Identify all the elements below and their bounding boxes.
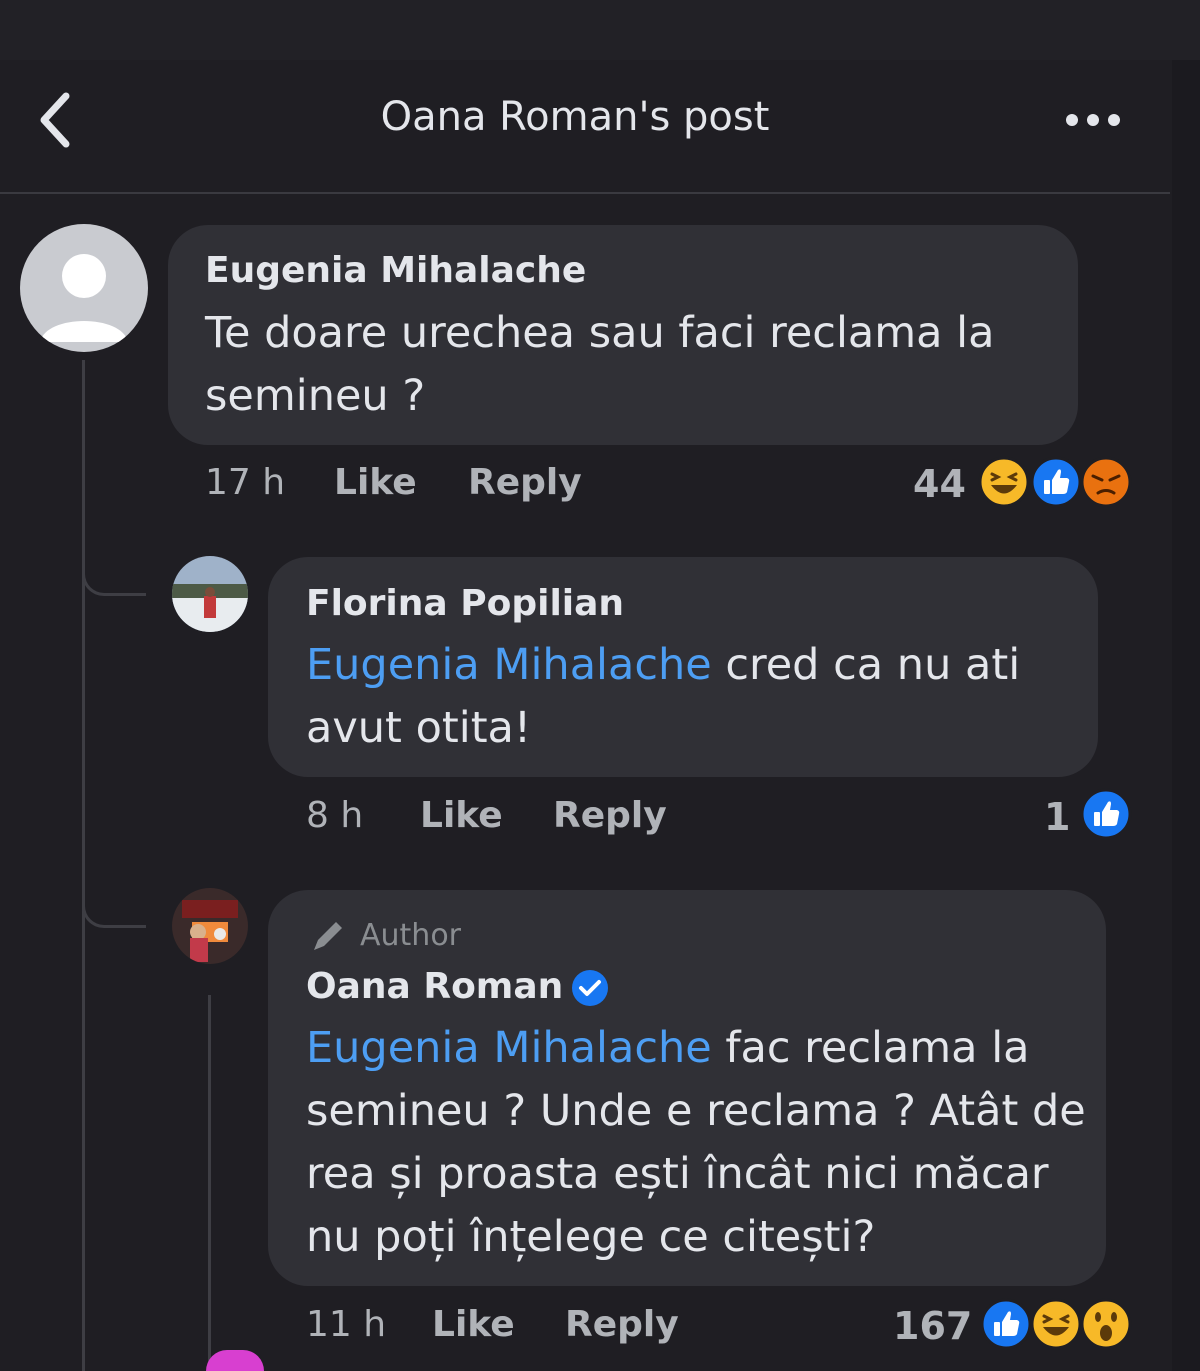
status-bar-area [0, 0, 1200, 60]
mention-link[interactable]: Eugenia Mihalache [306, 1023, 712, 1073]
reaction-count[interactable]: 44 [913, 462, 966, 506]
reply-thread-line [208, 995, 211, 1371]
chevron-left-icon [40, 92, 70, 148]
thread-connector [82, 872, 146, 928]
avatar[interactable] [172, 888, 248, 964]
avatar[interactable] [20, 224, 148, 352]
reply-button[interactable]: Reply [553, 795, 667, 836]
comment-timestamp[interactable]: 11 h [306, 1304, 386, 1345]
comment-text: Eugenia Mihalache cred ca nu ati avut ot… [306, 634, 1076, 760]
comment-author-name[interactable]: Oana Roman [306, 966, 563, 1007]
like-button[interactable]: Like [334, 462, 417, 503]
reaction-count[interactable]: 167 [893, 1304, 972, 1348]
back-button[interactable] [30, 88, 82, 152]
avatar[interactable] [172, 556, 248, 632]
comment-text: Eugenia Mihalache fac reclama la semineu… [306, 1017, 1096, 1269]
verified-badge-icon [572, 970, 608, 1006]
default-profile-icon [40, 254, 128, 342]
header-divider [0, 192, 1170, 194]
reaction-count[interactable]: 1 [1044, 795, 1070, 839]
next-avatar-partial [206, 1350, 264, 1371]
post-comments-screen: Oana Roman's post Eugenia Mihalache Te d… [0, 0, 1200, 1371]
haha-reaction-icon [978, 456, 1030, 508]
pencil-icon [314, 922, 342, 950]
comment-author-name[interactable]: Florina Popilian [306, 583, 624, 624]
like-button[interactable]: Like [420, 795, 503, 836]
more-options-button[interactable] [1062, 100, 1124, 140]
comment-text: Te doare urechea sau faci reclama la sem… [205, 308, 995, 421]
top-navigation-bar: Oana Roman's post [0, 60, 1170, 192]
mention-link[interactable]: Eugenia Mihalache [306, 640, 712, 690]
reply-button[interactable]: Reply [468, 462, 582, 503]
profile-photo [172, 888, 248, 964]
comment-timestamp[interactable]: 8 h [306, 795, 363, 836]
author-badge: Author [360, 918, 462, 953]
more-dots-icon [1066, 114, 1120, 126]
like-button[interactable]: Like [432, 1304, 515, 1345]
thread-connector [82, 540, 146, 596]
like-reaction-icon [1030, 456, 1082, 508]
reply-button[interactable]: Reply [565, 1304, 679, 1345]
like-reaction-icon [1080, 788, 1132, 840]
haha-reaction-icon [1030, 1298, 1082, 1350]
wow-reaction-icon [1080, 1298, 1132, 1350]
comment-author-name[interactable]: Eugenia Mihalache [205, 250, 586, 291]
screen-edge [1172, 60, 1200, 1371]
thread-line [82, 360, 85, 1371]
profile-photo [172, 556, 248, 632]
page-title: Oana Roman's post [380, 94, 770, 140]
like-reaction-icon [980, 1298, 1032, 1350]
angry-reaction-icon [1080, 456, 1132, 508]
comment-timestamp[interactable]: 17 h [205, 462, 285, 503]
